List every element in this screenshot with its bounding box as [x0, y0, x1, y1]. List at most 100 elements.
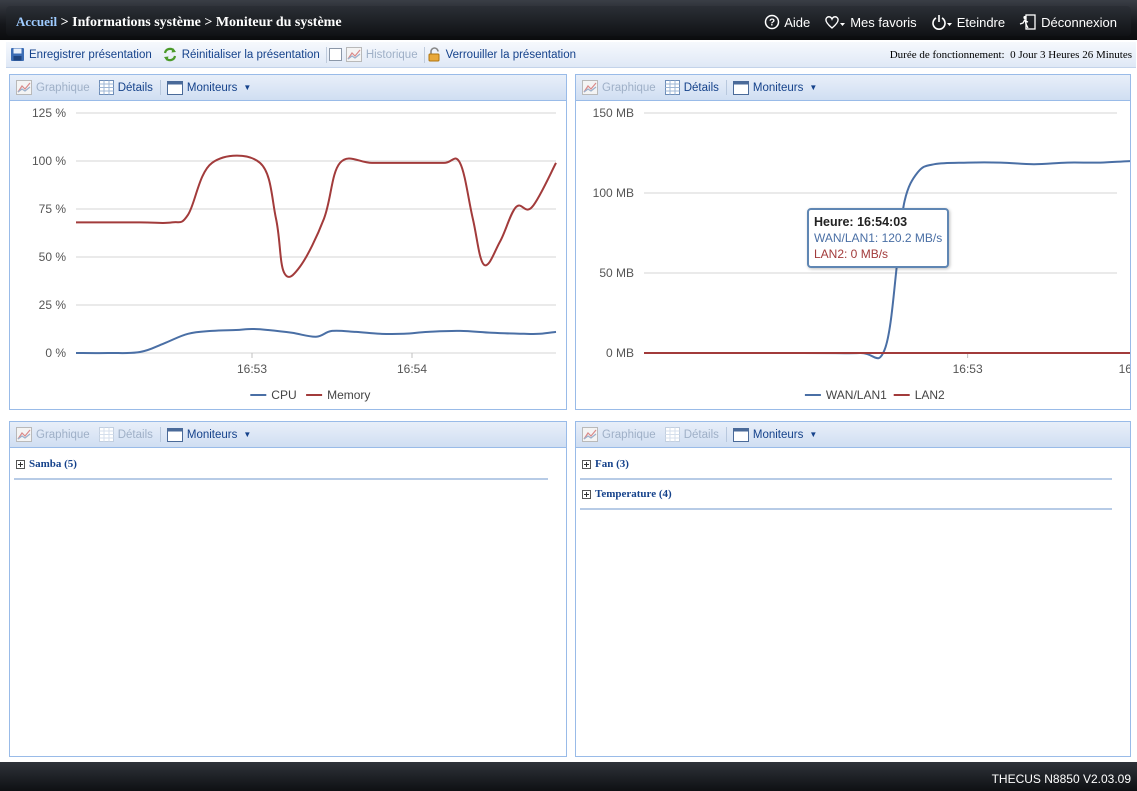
logout-icon — [1019, 14, 1036, 30]
uptime-value: 0 Jour 3 Heures 26 Minutes — [1010, 49, 1132, 61]
heart-icon — [825, 16, 846, 29]
help-icon: ? — [764, 14, 780, 30]
details-view-label: Détails — [683, 428, 719, 441]
legend-label: LAN2 — [915, 388, 945, 402]
series-line-cpu — [75, 328, 557, 355]
tooltip-wan-value: WAN/LAN1: 120.2 MB/s — [814, 231, 943, 245]
monitor-icon — [166, 427, 183, 442]
shutdown-button[interactable]: Eteindre — [931, 14, 1005, 30]
monitor-icon — [732, 427, 749, 442]
chart-icon — [582, 80, 598, 95]
graph-view-label: Graphique — [602, 81, 656, 94]
chart-icon — [582, 427, 598, 442]
monitors-menu-label: Moniteurs — [186, 428, 238, 441]
network-panel: Graphique Détails Moniteurs ▼ 0 MB 50 MB 1… — [575, 74, 1131, 410]
favorites-label: Mes favoris — [850, 14, 917, 30]
monitors-menu-button[interactable]: Moniteurs ▼ — [166, 427, 251, 442]
details-view-button[interactable]: Détails — [664, 80, 719, 95]
expand-icon[interactable] — [582, 459, 591, 469]
monitor-icon — [732, 80, 749, 95]
graph-view-label: Graphique — [602, 428, 656, 441]
cpu-memory-panel: Graphique Détails Moniteurs ▼ 0 % 25 % 50 … — [9, 74, 567, 410]
padlock-icon — [428, 47, 440, 62]
chart-icon — [345, 47, 362, 62]
graph-view-button[interactable]: Graphique — [16, 427, 90, 442]
favorites-button[interactable]: Mes favoris — [824, 14, 917, 30]
panel-toolbar-separator — [725, 80, 727, 95]
dropdown-arrow-icon: ▼ — [809, 83, 818, 92]
reset-layout-button[interactable]: Réinitialiser la présentation — [162, 47, 320, 62]
graph-view-button[interactable]: Graphique — [16, 80, 90, 95]
tree-item-fan[interactable]: Fan (3) — [580, 450, 1112, 480]
top-navigation: ? Aide Mes favoris Eteindre Déconnexion — [764, 14, 1117, 30]
app-header: Accueil > Informations système > Moniteu… — [0, 0, 1137, 40]
panel-toolbar: Graphique Détails Moniteurs ▼ — [576, 422, 1130, 448]
panel-toolbar: Graphique Détails Moniteurs ▼ — [576, 75, 1130, 101]
monitors-menu-button[interactable]: Moniteurs ▼ — [166, 80, 252, 95]
header-bar: Accueil > Informations système > Moniteu… — [6, 6, 1131, 36]
tooltip-time: Heure: 16:54:03 — [814, 215, 908, 229]
details-view-button[interactable]: Détails — [98, 80, 153, 95]
panel-toolbar-separator — [725, 427, 727, 442]
y-tick-label: 0 MB — [606, 346, 634, 360]
details-view-button[interactable]: Détails — [664, 427, 719, 442]
panel-toolbar-separator — [159, 80, 161, 95]
dropdown-arrow-icon: ▼ — [243, 83, 252, 92]
samba-tree: Samba (5) — [10, 448, 566, 480]
series-line-memory — [75, 154, 557, 278]
monitors-menu-button[interactable]: Moniteurs ▼ — [732, 80, 818, 95]
expand-icon[interactable] — [16, 459, 25, 469]
tooltip-lan-value: LAN2: 0 MB/s — [814, 247, 889, 261]
history-toggle[interactable]: Historique — [328, 47, 418, 62]
y-tick-label: 25 % — [39, 298, 67, 312]
graph-view-button[interactable]: Graphique — [582, 427, 656, 442]
toolbar-separator — [325, 46, 327, 63]
legend-label: CPU — [271, 388, 296, 402]
hardware-panel: Graphique Détails Moniteurs ▼ Fan (3) Te… — [575, 421, 1131, 757]
y-tick-label: 50 % — [39, 250, 67, 264]
details-view-button[interactable]: Détails — [98, 427, 153, 442]
tree-item-samba[interactable]: Samba (5) — [14, 450, 548, 480]
lock-layout-label: Verrouiller la présentation — [445, 48, 577, 61]
table-icon — [98, 427, 114, 442]
y-tick-label: 125 % — [32, 106, 66, 120]
uptime-indicator: Durée de fonctionnement: 0 Jour 3 Heures… — [890, 49, 1132, 61]
app-footer: THECUS N8850 V2.03.09 — [0, 762, 1137, 791]
breadcrumb: Accueil > Informations système > Moniteu… — [16, 14, 342, 31]
shutdown-label: Eteindre — [956, 14, 1006, 30]
table-icon — [664, 80, 680, 95]
help-button[interactable]: ? Aide — [764, 14, 810, 30]
layout-toolbar: Enregistrer présentation Réinitialiser l… — [6, 42, 1136, 68]
x-tick-label: 16:53 — [953, 362, 983, 376]
logout-label: Déconnexion — [1041, 14, 1117, 30]
lock-layout-button[interactable]: Verrouiller la présentation — [427, 47, 576, 62]
firmware-version: THECUS N8850 V2.03.09 — [991, 772, 1131, 786]
history-label: Historique — [365, 48, 418, 61]
expand-icon[interactable] — [582, 489, 591, 499]
save-layout-label: Enregistrer présentation — [29, 48, 152, 61]
legend-label: WAN/LAN1 — [826, 388, 887, 402]
x-tick-label: 16:54 — [397, 362, 427, 376]
x-tick-label: 16:54 — [1119, 362, 1130, 376]
y-tick-label: 75 % — [39, 202, 67, 216]
details-view-label: Détails — [683, 81, 719, 94]
monitors-menu-label: Moniteurs — [752, 428, 804, 441]
details-view-label: Détails — [117, 81, 153, 94]
tree-item-label: Temperature (4) — [595, 488, 672, 500]
table-icon — [98, 80, 114, 95]
save-layout-button[interactable]: Enregistrer présentation — [10, 47, 152, 62]
breadcrumb-home-link[interactable]: Accueil — [16, 14, 57, 29]
table-icon — [664, 427, 680, 442]
breadcrumb-trail: > Informations système > Moniteur du sys… — [57, 15, 342, 30]
samba-panel: Graphique Détails Moniteurs ▼ Samba (5) — [9, 421, 567, 757]
monitors-menu-button[interactable]: Moniteurs ▼ — [732, 427, 818, 442]
panel-toolbar-separator — [159, 427, 161, 442]
tree-item-temperature[interactable]: Temperature (4) — [580, 480, 1112, 510]
tree-item-label: Samba (5) — [29, 458, 77, 470]
graph-view-button[interactable]: Graphique — [582, 80, 656, 95]
dropdown-arrow-icon: ▼ — [809, 430, 818, 439]
y-tick-label: 0 % — [45, 346, 66, 360]
logout-button[interactable]: Déconnexion — [1019, 14, 1117, 30]
graph-view-label: Graphique — [36, 81, 90, 94]
y-tick-label: 100 % — [32, 154, 66, 168]
